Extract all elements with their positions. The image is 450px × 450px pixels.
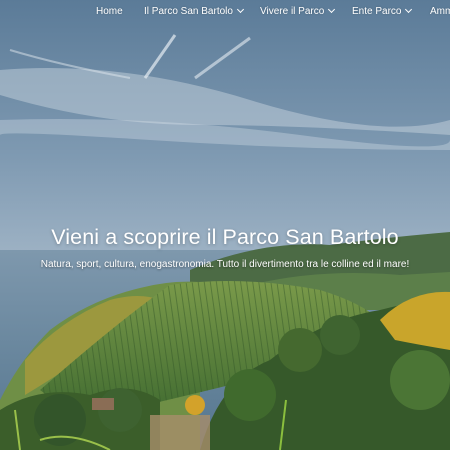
nav-item-home[interactable]: Home [96, 6, 123, 17]
nav-item-vivere-il-parco[interactable]: Vivere il Parco [260, 5, 336, 17]
hero-title: Vieni a scoprire il Parco San Bartolo [51, 225, 399, 249]
nav-item-label: Ente Parco [352, 6, 402, 17]
main-navigation: Home Il Parco San Bartolo Vivere il Parc… [0, 0, 450, 26]
chevron-down-icon [405, 5, 413, 14]
chevron-down-icon [236, 5, 244, 14]
nav-item-label: Home [96, 6, 123, 17]
nav-item-label: Il Parco San Bartolo [144, 6, 233, 17]
nav-item-amministrazione[interactable]: Amm [430, 6, 450, 17]
nav-item-label: Vivere il Parco [260, 6, 325, 17]
hero-subtitle: Natura, sport, cultura, enogastronomia. … [40, 259, 410, 270]
nav-item-ente-parco[interactable]: Ente Parco [352, 5, 413, 17]
nav-item-label: Amm [430, 6, 450, 17]
nav-item-il-parco-san-bartolo[interactable]: Il Parco San Bartolo [144, 5, 244, 17]
chevron-down-icon [328, 5, 336, 14]
